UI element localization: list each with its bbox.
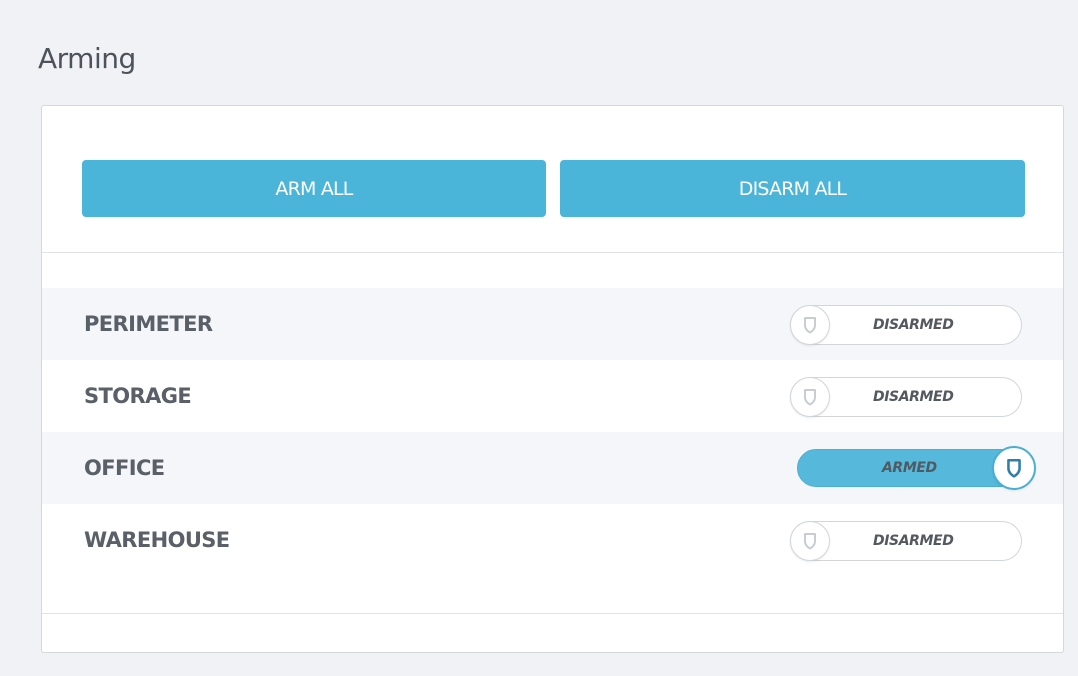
shield-icon (804, 389, 816, 406)
zone-arm-toggle-warehouse[interactable]: DISARMED (790, 521, 1022, 561)
zone-name: STORAGE (84, 384, 192, 408)
toggle-status-label: DISARMED (873, 389, 954, 405)
toggle-knob (790, 521, 830, 561)
zone-name: WAREHOUSE (84, 528, 230, 552)
toggle-status-label: ARMED (882, 460, 937, 476)
page-title: Arming (38, 42, 136, 75)
zone-row-office: OFFICE ARMED (42, 432, 1063, 504)
zone-row-storage: STORAGE DISARMED (42, 360, 1063, 432)
toggle-knob (992, 446, 1036, 490)
zone-arm-toggle-perimeter[interactable]: DISARMED (790, 305, 1022, 345)
disarm-all-button[interactable]: DISARM ALL (560, 160, 1025, 217)
zone-row-warehouse: WAREHOUSE DISARMED (42, 504, 1063, 576)
toggle-status-label: DISARMED (873, 317, 954, 333)
toggle-knob (790, 305, 830, 345)
toggle-status-label: DISARMED (873, 533, 954, 549)
toggle-knob (790, 377, 830, 417)
zone-name: OFFICE (84, 456, 165, 480)
zone-name: PERIMETER (84, 312, 213, 336)
zone-arm-toggle-office[interactable]: ARMED (797, 446, 1036, 490)
shield-icon (804, 533, 816, 550)
shield-icon (804, 317, 816, 334)
zone-row-perimeter: PERIMETER DISARMED (42, 288, 1063, 360)
arming-actions: ARM ALL DISARM ALL (42, 106, 1063, 253)
zone-list: PERIMETER DISARMED STORAGE DISARMED OFFI… (42, 253, 1063, 614)
shield-icon (1007, 458, 1021, 478)
arming-card: ARM ALL DISARM ALL PERIMETER DISARMED ST… (41, 105, 1064, 653)
arm-all-button[interactable]: ARM ALL (82, 160, 546, 217)
arming-page: Arming ARM ALL DISARM ALL PERIMETER DISA… (0, 0, 1078, 676)
zone-arm-toggle-storage[interactable]: DISARMED (790, 377, 1022, 417)
